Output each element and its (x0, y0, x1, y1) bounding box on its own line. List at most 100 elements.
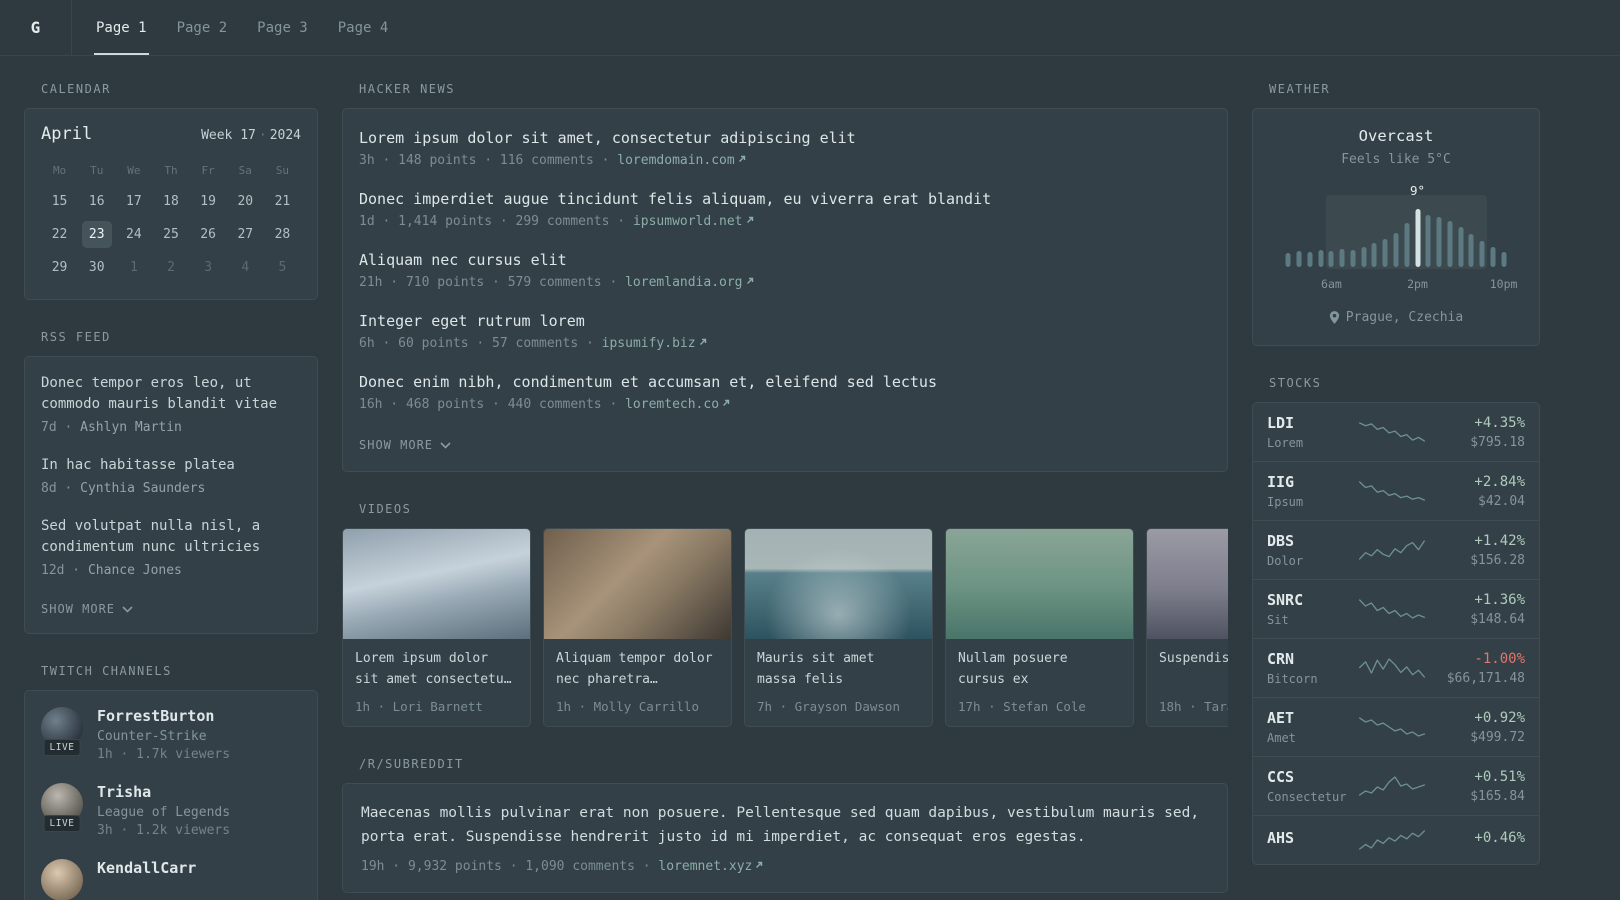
stock-row[interactable]: AET Amet +0.92% $499.72 (1253, 697, 1539, 756)
show-more-label: SHOW MORE (41, 602, 116, 616)
hn-item-domain-link[interactable]: ipsumify.biz (602, 336, 696, 351)
calendar-day: 28 (274, 227, 291, 242)
video-title[interactable]: Nullam posuere cursus ex (958, 649, 1121, 691)
hn-item: Integer eget rutrum lorem 6h · 60 points… (359, 312, 1211, 351)
calendar-grid: Mo Tu We Th Fr Sa Su 15 16 17 18 19 20 2… (41, 160, 301, 281)
weather-time-label: 6am (1321, 277, 1342, 291)
video-card[interactable]: Lorem ipsum dolor sit amet consectetu… 1… (342, 528, 531, 727)
channel-name[interactable]: Trisha (97, 783, 230, 801)
video-card[interactable]: Suspendisse diam 18h · Tara (1146, 528, 1228, 727)
stocks-widget-title: STOCKS (1269, 376, 1322, 390)
subreddit-domain-link[interactable]: loremnet.xyz (658, 859, 752, 874)
video-card[interactable]: Aliquam tempor dolor nec pharetra… 1h · … (543, 528, 732, 727)
hn-show-more-button[interactable]: SHOW MORE (359, 438, 451, 452)
weather-bar (1328, 251, 1334, 267)
hn-item-domain-link[interactable]: loremlandia.org (625, 275, 742, 290)
stock-symbol: SNRC (1267, 591, 1304, 609)
hn-item-domain-link[interactable]: loremtech.co (625, 397, 719, 412)
rss-item-link[interactable]: Sed volutpat nulla nisl, a condimentum n… (41, 516, 301, 558)
rss-item-link[interactable]: Donec tempor eros leo, ut commodo mauris… (41, 373, 301, 415)
stock-row[interactable]: CCS Consectetur +0.51% $165.84 (1253, 756, 1539, 815)
weekday-label: Su (275, 164, 290, 177)
chevron-down-icon (122, 605, 133, 613)
video-card[interactable]: Nullam posuere cursus ex 17h · Stefan Co… (945, 528, 1134, 727)
stock-row[interactable]: IIG Ipsum +2.84% $42.04 (1253, 461, 1539, 520)
weather-time-label: 10pm (1489, 277, 1518, 291)
video-thumbnail[interactable] (745, 529, 932, 639)
stock-row[interactable]: LDI Lorem +4.35% $795.18 (1253, 403, 1539, 461)
stock-sparkline (1359, 481, 1425, 501)
calendar-day: 20 (237, 194, 254, 209)
subreddit-card: Maecenas mollis pulvinar erat non posuer… (342, 783, 1228, 893)
stock-row[interactable]: SNRC Sit +1.36% $148.64 (1253, 579, 1539, 638)
weather-bar (1436, 217, 1442, 267)
stock-change: +1.42% (1474, 532, 1525, 549)
hn-item-stats: 3h · 148 points · 116 comments · (359, 153, 610, 168)
stock-name: Amet (1267, 731, 1296, 745)
page-tabs: Page 1 Page 2 Page 3 Page 4 (72, 0, 416, 55)
external-link-icon (746, 277, 753, 284)
rss-item-link[interactable]: In hac habitasse platea (41, 455, 301, 476)
stock-price: $42.04 (1478, 493, 1525, 509)
hn-item-link[interactable]: Integer eget rutrum lorem (359, 312, 1211, 330)
video-thumbnail[interactable] (544, 529, 731, 639)
stock-change: +0.51% (1474, 768, 1525, 785)
weather-bar (1479, 241, 1485, 267)
subreddit-post-link[interactable]: Maecenas mollis pulvinar erat non posuer… (361, 802, 1209, 850)
dashboard: CALENDAR April Week 17 · 2024 Mo Tu We Th … (0, 56, 1620, 900)
hn-item-domain-link[interactable]: ipsumworld.net (633, 214, 743, 229)
calendar-day-next-month: 2 (167, 260, 175, 275)
separator-dot: · (258, 128, 267, 143)
stocks-widget: STOCKS LDI Lorem +4.35% $795.18 IIG Ipsum +… (1252, 376, 1540, 865)
twitch-channel[interactable]: KendallCarr (41, 859, 301, 900)
stock-row[interactable]: AHS +0.46% (1253, 815, 1539, 864)
video-thumbnail[interactable] (1147, 529, 1228, 639)
video-meta: 1h · Molly Carrillo (556, 699, 699, 714)
tab-page-4[interactable]: Page 4 (336, 0, 391, 55)
rss-widget: RSS FEED Donec tempor eros leo, ut commo… (24, 330, 318, 634)
calendar-day: 24 (126, 227, 142, 242)
stock-symbol: CRN (1267, 650, 1295, 668)
hn-item-domain-link[interactable]: loremdomain.com (617, 153, 734, 168)
hn-item: Donec enim nibh, condimentum et accumsan… (359, 373, 1211, 412)
channel-name[interactable]: KendallCarr (97, 859, 196, 877)
rss-show-more-button[interactable]: SHOW MORE (41, 602, 133, 616)
twitch-widget-title: TWITCH CHANNELS (41, 664, 172, 678)
hn-item: Donec imperdiet augue tincidunt felis al… (359, 190, 1211, 229)
weekday-label: We (127, 164, 141, 177)
twitch-channel[interactable]: LIVE ForrestBurton Counter-Strike 1h · 1… (41, 707, 301, 762)
stock-row[interactable]: CRN Bitcorn -1.00% $66,171.48 (1253, 638, 1539, 697)
tab-page-3[interactable]: Page 3 (255, 0, 310, 55)
twitch-channel[interactable]: LIVE Trisha League of Legends 3h · 1.2k … (41, 783, 301, 838)
video-card[interactable]: Mauris sit amet massa felis 7h · Grayson… (744, 528, 933, 727)
video-title[interactable]: Lorem ipsum dolor sit amet consectetu… (355, 649, 518, 691)
hn-item-link[interactable]: Donec enim nibh, condimentum et accumsan… (359, 373, 1211, 391)
stock-symbol: DBS (1267, 532, 1295, 550)
tab-page-2[interactable]: Page 2 (175, 0, 230, 55)
video-thumbnail[interactable] (946, 529, 1133, 639)
stock-name: Bitcorn (1267, 672, 1318, 686)
hn-item-link[interactable]: Aliquam nec cursus elit (359, 251, 1211, 269)
video-title[interactable]: Mauris sit amet massa felis (757, 649, 920, 691)
video-thumbnail[interactable] (343, 529, 530, 639)
stock-sparkline (1359, 717, 1425, 737)
live-badge: LIVE (43, 815, 81, 832)
rss-item-meta: 8d · Cynthia Saunders (41, 481, 301, 496)
weekday-label: Th (164, 164, 178, 177)
stock-symbol: LDI (1267, 414, 1295, 432)
channel-game: Counter-Strike (97, 729, 207, 744)
app-logo[interactable]: G (0, 0, 72, 55)
video-meta: 1h · Lori Barnett (355, 699, 483, 714)
hn-item-link[interactable]: Donec imperdiet augue tincidunt felis al… (359, 190, 1211, 208)
stock-row[interactable]: DBS Dolor +1.42% $156.28 (1253, 520, 1539, 579)
rss-card: Donec tempor eros leo, ut commodo mauris… (24, 356, 318, 634)
hn-item-link[interactable]: Lorem ipsum dolor sit amet, consectetur … (359, 129, 1211, 147)
video-title[interactable]: Suspendisse diam (1159, 649, 1228, 691)
channel-name[interactable]: ForrestBurton (97, 707, 230, 725)
video-title[interactable]: Aliquam tempor dolor nec pharetra… (556, 649, 719, 691)
weather-bar (1447, 221, 1453, 267)
external-link-icon (699, 338, 706, 345)
hn-item-stats: 1d · 1,414 points · 299 comments · (359, 214, 626, 229)
weekday-label: Mo (52, 164, 67, 177)
tab-page-1[interactable]: Page 1 (94, 0, 149, 55)
